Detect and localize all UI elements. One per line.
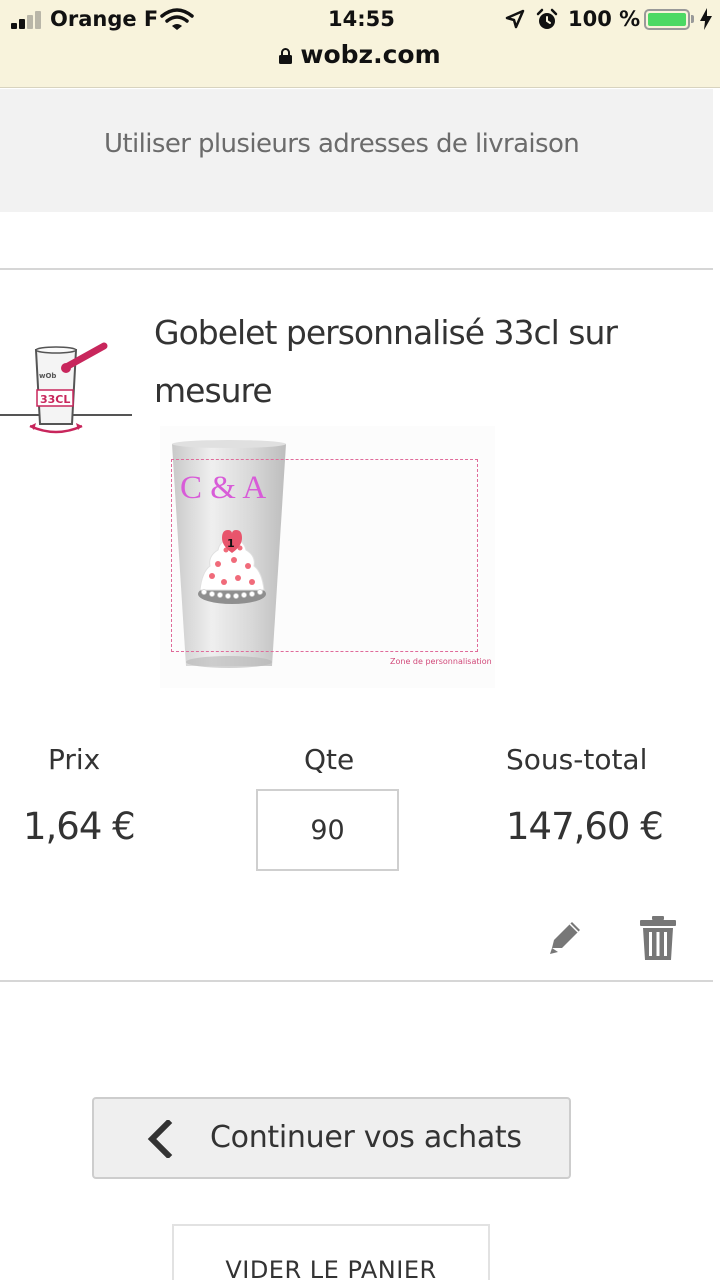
pencil-icon[interactable] bbox=[546, 920, 584, 956]
divider bbox=[0, 268, 713, 270]
qty-header: Qte bbox=[304, 743, 355, 776]
quantity-input[interactable] bbox=[256, 789, 399, 871]
trash-icon[interactable] bbox=[640, 916, 676, 960]
subtotal-value: 147,60 € bbox=[506, 805, 664, 848]
subtotal-header: Sous-total bbox=[506, 743, 648, 776]
url-text: wobz.com bbox=[300, 40, 441, 69]
continue-shopping-button[interactable]: Continuer vos achats bbox=[92, 1097, 571, 1179]
initials-text: C & A bbox=[180, 470, 267, 506]
battery-icon bbox=[644, 9, 690, 30]
signal-icon bbox=[11, 11, 45, 29]
continue-shopping-label: Continuer vos achats bbox=[210, 1120, 522, 1155]
browser-chrome: Orange F 14:55 100 % wobz.com bbox=[0, 0, 720, 88]
location-icon bbox=[505, 9, 525, 29]
carrier-name: Orange F bbox=[50, 7, 159, 31]
status-bar: Orange F 14:55 100 % bbox=[0, 0, 720, 38]
battery-cap bbox=[691, 15, 694, 23]
multiple-addresses-link[interactable]: Utiliser plusieurs adresses de livraison bbox=[104, 129, 580, 159]
clock: 14:55 bbox=[328, 7, 395, 31]
price-header: Prix bbox=[48, 743, 101, 776]
lock-icon bbox=[279, 48, 293, 64]
thumb-label: 33CL bbox=[40, 393, 70, 406]
charging-icon bbox=[700, 8, 712, 30]
product-name[interactable]: Gobelet personnalisé 33cl sur mesure bbox=[154, 304, 674, 420]
svg-text:wOb: wOb bbox=[39, 372, 56, 380]
zone-label: Zone de personnalisation bbox=[390, 657, 492, 666]
alarm-icon bbox=[536, 8, 558, 29]
empty-cart-button[interactable]: VIDER LE PANIER bbox=[172, 1224, 490, 1280]
address-bar[interactable]: wobz.com bbox=[0, 40, 720, 69]
wifi-icon bbox=[160, 8, 194, 30]
chevron-left-icon bbox=[147, 1120, 173, 1158]
customization-preview: 1 C & A Zone de personnalisation bbox=[160, 426, 495, 688]
battery-percent: 100 % bbox=[568, 7, 641, 31]
product-thumbnail[interactable]: wOb 33CL bbox=[0, 330, 135, 440]
shipping-option-box: Utiliser plusieurs adresses de livraison bbox=[0, 89, 713, 212]
divider bbox=[0, 980, 713, 982]
price-value: 1,64 € bbox=[23, 805, 136, 848]
